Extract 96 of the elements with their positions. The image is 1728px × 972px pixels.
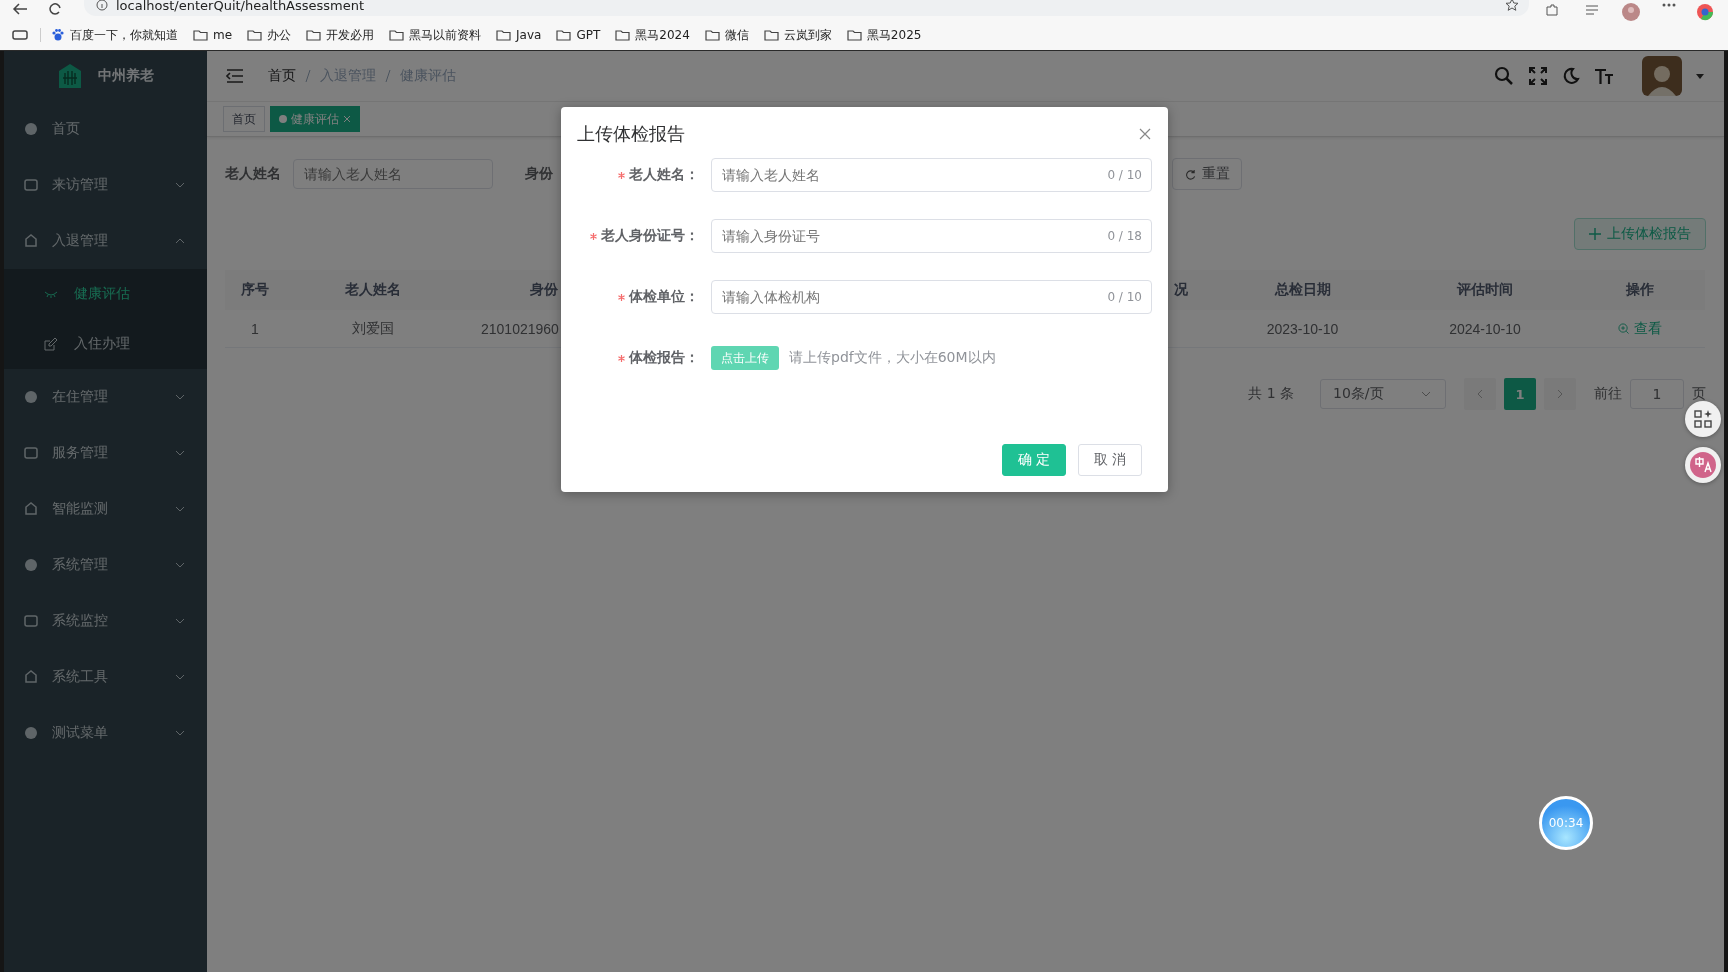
menu-item[interactable]: 系统管理 — [4, 537, 207, 593]
browser-icon[interactable] — [1696, 3, 1714, 21]
chevron-left-icon — [1477, 389, 1483, 399]
menu-item[interactable]: 入退管理 — [4, 213, 207, 269]
character-counter: 0 / 10 — [1107, 168, 1142, 182]
logo-icon — [57, 63, 82, 89]
dot-icon — [279, 115, 287, 123]
total-count: 共 1 条 — [1248, 385, 1294, 403]
folder-icon — [306, 29, 322, 41]
field-label: 体检报告： — [629, 349, 699, 367]
menu-item[interactable]: 系统监控 — [4, 593, 207, 649]
upload-button[interactable]: 上传体检报告 — [1574, 218, 1706, 250]
text-size-icon[interactable] — [1594, 66, 1614, 86]
bookmark[interactable]: 百度一下，你就知道 — [51, 26, 178, 44]
tab[interactable]: 健康评估 — [270, 106, 360, 132]
bookmark[interactable]: 开发必用 — [306, 26, 375, 44]
dialog-title: 上传体检报告 — [577, 122, 685, 146]
star-icon[interactable] — [1505, 0, 1519, 12]
bookmark[interactable]: 黑马以前资料 — [389, 26, 482, 44]
goto-label: 前往 — [1594, 385, 1622, 403]
brand-name: 中州养老 — [97, 67, 154, 85]
search-icon[interactable] — [1494, 66, 1514, 86]
profile-avatar[interactable] — [1622, 3, 1640, 21]
user-avatar[interactable] — [1642, 56, 1682, 96]
bookmark[interactable]: Java — [496, 28, 542, 42]
translate-icon — [1690, 452, 1716, 478]
chevron-right-icon — [1557, 389, 1563, 399]
folder-icon — [389, 29, 405, 41]
bookmark[interactable]: 云岚到家 — [763, 26, 832, 44]
menu-item[interactable]: 系统工具 — [4, 649, 207, 705]
paw-icon — [51, 28, 65, 42]
info-icon — [96, 0, 108, 11]
bookmark[interactable]: 微信 — [704, 26, 749, 44]
upload-hint: 请上传pdf文件，大小在60M以内 — [789, 349, 996, 367]
confirm-button[interactable]: 确 定 — [1002, 444, 1066, 476]
zoom-in-icon — [1618, 323, 1629, 334]
menu-icon[interactable] — [226, 68, 244, 84]
field-label: 老人姓名 — [225, 165, 281, 183]
menu-item[interactable]: 首页 — [4, 101, 207, 157]
address-bar[interactable]: localhost/enterQuit/healthAssessment — [84, 0, 1529, 16]
submenu-item[interactable]: 健康评估 — [4, 269, 207, 319]
folder-icon — [556, 29, 572, 41]
menu-item[interactable]: 测试菜单 — [4, 705, 207, 761]
bookmark[interactable]: 黑马2025 — [846, 26, 922, 44]
menu-item[interactable]: 来访管理 — [4, 157, 207, 213]
folder-icon — [763, 29, 779, 41]
apps-icon — [1694, 410, 1712, 428]
submenu-item[interactable]: 入住办理 — [4, 319, 207, 369]
input-field[interactable]: 请输入老人姓名 — [293, 159, 493, 189]
breadcrumb-item[interactable]: 首页 — [268, 67, 296, 85]
field-label: 身份 — [525, 165, 553, 183]
folder-icon — [615, 29, 631, 41]
bookmark[interactable]: me — [193, 28, 233, 42]
field-label: 老人身份证号： — [601, 227, 699, 245]
moon-icon[interactable] — [1562, 67, 1580, 85]
plus-icon — [1589, 228, 1601, 240]
fullscreen-icon[interactable] — [1528, 66, 1548, 86]
separator-icon — [385, 70, 391, 82]
back-icon[interactable] — [12, 3, 28, 15]
tab[interactable]: 首页 — [223, 106, 265, 132]
close-icon[interactable] — [1139, 128, 1151, 140]
page-button[interactable]: 1 — [1504, 378, 1536, 410]
reset-button[interactable]: 重置 — [1172, 158, 1242, 190]
folder-icon — [193, 29, 208, 41]
character-counter: 0 / 18 — [1107, 229, 1142, 243]
field-label: 老人姓名： — [629, 166, 699, 184]
upload-button[interactable]: 点击上传 — [711, 346, 779, 370]
cancel-button[interactable]: 取 消 — [1078, 444, 1142, 476]
more-icon[interactable] — [1662, 3, 1676, 7]
menu-item[interactable]: 智能监测 — [4, 481, 207, 537]
tab-icon[interactable] — [12, 29, 28, 41]
table-cell: 刘爱国 — [285, 310, 461, 348]
folder-icon — [496, 29, 512, 41]
edit-icon — [44, 337, 58, 351]
chevron-icon — [1421, 391, 1431, 397]
extension-icon[interactable] — [1545, 3, 1559, 17]
page-suffix: 页 — [1692, 385, 1706, 403]
url-text: localhost/enterQuit/healthAssessment — [116, 0, 365, 13]
table-cell: 1 — [225, 310, 285, 348]
goto-input[interactable]: 1 — [1630, 379, 1684, 409]
page-size-select[interactable]: 10条/页 — [1320, 379, 1446, 409]
table-cell: 2023-10-10 — [1210, 310, 1395, 348]
menu-item[interactable]: 服务管理 — [4, 425, 207, 481]
bookmark[interactable]: GPT — [556, 28, 601, 42]
bookmark[interactable]: 黑马2024 — [615, 26, 690, 44]
folder-icon — [704, 29, 720, 41]
reload-icon[interactable] — [48, 3, 62, 15]
folder-icon — [247, 29, 263, 41]
table-cell: 2024-10-10 — [1395, 310, 1575, 348]
refresh-icon — [1184, 168, 1196, 180]
bookmark[interactable]: 办公 — [247, 26, 292, 44]
view-link[interactable]: 查看 — [1575, 310, 1705, 348]
menu-item[interactable]: 在住管理 — [4, 369, 207, 425]
folder-icon — [846, 29, 862, 41]
caret-icon[interactable] — [1696, 73, 1704, 79]
separator-icon — [305, 70, 311, 82]
